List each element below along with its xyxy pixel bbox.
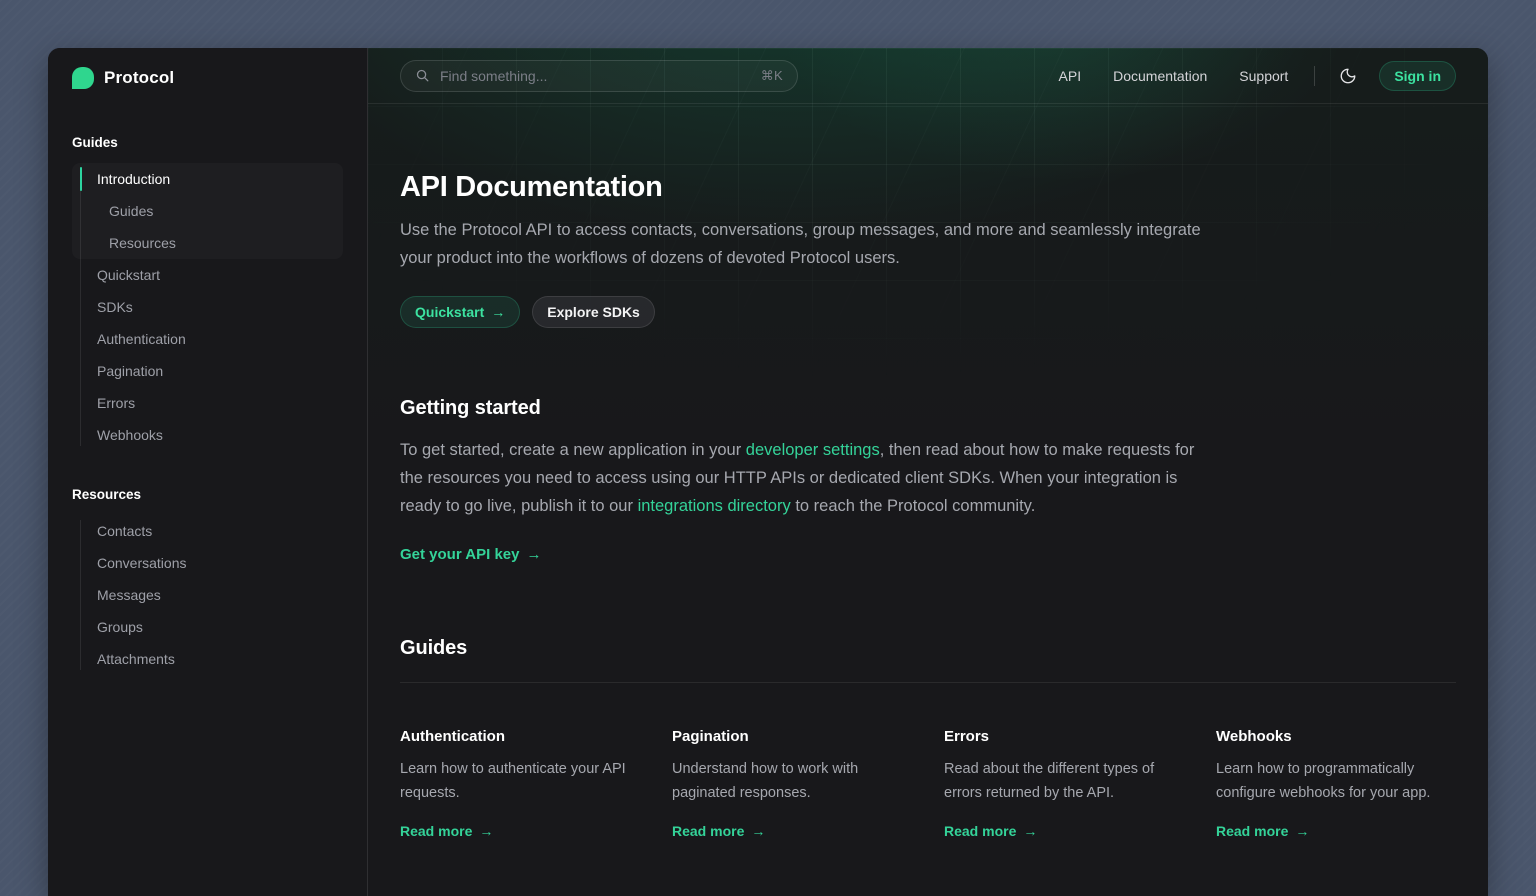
card-description: Understand how to work with paginated re… bbox=[672, 757, 912, 805]
card-title: Webhooks bbox=[1216, 727, 1456, 747]
integrations-directory-link[interactable]: integrations directory bbox=[638, 497, 791, 515]
arrow-right-icon: → bbox=[751, 824, 765, 838]
search-shortcut-hint: ⌘K bbox=[761, 68, 783, 84]
guide-card-pagination: Pagination Understand how to work with p… bbox=[672, 727, 912, 841]
get-api-key-label: Get your API key bbox=[400, 546, 520, 563]
quickstart-button[interactable]: Quickstart → bbox=[400, 296, 520, 328]
top-bar: ⌘K API Documentation Support Sign in bbox=[368, 48, 1488, 104]
sidebar-active-group: Introduction Guides Resources bbox=[72, 163, 343, 259]
sidebar-nav-guides: Introduction Guides Resources Quickstart… bbox=[72, 163, 343, 451]
page-intro: Use the Protocol API to access contacts,… bbox=[400, 216, 1235, 272]
arrow-right-icon: → bbox=[1295, 824, 1309, 838]
sidebar-section-title-guides: Guides bbox=[72, 135, 343, 151]
sidebar-section-title-resources: Resources bbox=[72, 487, 343, 503]
card-description: Learn how to programmatically configure … bbox=[1216, 757, 1456, 805]
guides-divider bbox=[400, 682, 1456, 683]
guide-card-authentication: Authentication Learn how to authenticate… bbox=[400, 727, 640, 841]
sidebar-item-errors[interactable]: Errors bbox=[72, 387, 343, 419]
explore-sdks-button-label: Explore SDKs bbox=[547, 304, 640, 320]
speech-bubble-logo-icon bbox=[72, 67, 94, 89]
explore-sdks-button[interactable]: Explore SDKs bbox=[532, 296, 655, 328]
nav-link-support[interactable]: Support bbox=[1239, 68, 1288, 84]
read-more-link-pagination[interactable]: Read more → bbox=[672, 823, 765, 839]
card-title: Authentication bbox=[400, 727, 640, 747]
getting-started-text-3: to reach the Protocol community. bbox=[791, 497, 1036, 515]
sidebar-item-pagination[interactable]: Pagination bbox=[72, 355, 343, 387]
guides-heading: Guides bbox=[400, 636, 1456, 660]
guides-section: Guides Authentication Learn how to authe… bbox=[400, 636, 1456, 841]
search-input-container[interactable]: ⌘K bbox=[400, 60, 798, 92]
sidebar: Protocol Guides Introduction Guides Reso… bbox=[48, 48, 368, 896]
sidebar-item-attachments[interactable]: Attachments bbox=[72, 643, 343, 675]
search-input[interactable] bbox=[440, 68, 751, 84]
sidebar-item-introduction-resources[interactable]: Resources bbox=[72, 227, 343, 259]
sidebar-item-webhooks[interactable]: Webhooks bbox=[72, 419, 343, 451]
arrow-right-icon: → bbox=[479, 824, 493, 838]
developer-settings-link[interactable]: developer settings bbox=[746, 441, 880, 459]
main-content: ⌘K API Documentation Support Sign in API… bbox=[368, 48, 1488, 896]
read-more-label: Read more bbox=[400, 823, 472, 839]
top-bar-divider bbox=[1314, 66, 1315, 86]
moon-icon bbox=[1339, 67, 1357, 85]
logo[interactable]: Protocol bbox=[72, 66, 343, 90]
top-nav: API Documentation Support bbox=[1059, 68, 1289, 84]
getting-started-paragraph: To get started, create a new application… bbox=[400, 436, 1200, 520]
read-more-label: Read more bbox=[1216, 823, 1288, 839]
sidebar-item-quickstart[interactable]: Quickstart bbox=[72, 259, 343, 291]
arrow-right-icon: → bbox=[1023, 824, 1037, 838]
read-more-link-webhooks[interactable]: Read more → bbox=[1216, 823, 1309, 839]
nav-link-documentation[interactable]: Documentation bbox=[1113, 68, 1207, 84]
nav-link-api[interactable]: API bbox=[1059, 68, 1082, 84]
page-title: API Documentation bbox=[400, 170, 1456, 204]
read-more-link-authentication[interactable]: Read more → bbox=[400, 823, 493, 839]
getting-started-section: Getting started To get started, create a… bbox=[400, 396, 1456, 564]
app-window: Protocol Guides Introduction Guides Reso… bbox=[48, 48, 1488, 896]
arrow-right-icon: → bbox=[491, 305, 505, 319]
active-item-indicator bbox=[80, 167, 82, 191]
sidebar-nav-resources: Contacts Conversations Messages Groups A… bbox=[72, 515, 343, 675]
getting-started-heading: Getting started bbox=[400, 396, 1456, 420]
top-bar-right: API Documentation Support Sign in bbox=[1059, 61, 1456, 91]
theme-toggle-button[interactable] bbox=[1335, 63, 1361, 89]
sidebar-item-conversations[interactable]: Conversations bbox=[72, 547, 343, 579]
article: API Documentation Use the Protocol API t… bbox=[368, 48, 1488, 841]
guide-card-errors: Errors Read about the different types of… bbox=[944, 727, 1184, 841]
sidebar-item-authentication[interactable]: Authentication bbox=[72, 323, 343, 355]
hero-buttons: Quickstart → Explore SDKs bbox=[400, 296, 1456, 328]
card-description: Read about the different types of errors… bbox=[944, 757, 1184, 805]
read-more-label: Read more bbox=[944, 823, 1016, 839]
read-more-label: Read more bbox=[672, 823, 744, 839]
search-icon bbox=[415, 68, 430, 83]
sidebar-item-contacts[interactable]: Contacts bbox=[72, 515, 343, 547]
sign-in-button[interactable]: Sign in bbox=[1379, 61, 1456, 91]
arrow-right-icon: → bbox=[527, 547, 542, 562]
sidebar-item-introduction-guides[interactable]: Guides bbox=[72, 195, 343, 227]
sidebar-item-introduction[interactable]: Introduction bbox=[72, 163, 343, 195]
getting-started-text-1: To get started, create a new application… bbox=[400, 441, 746, 459]
logo-text: Protocol bbox=[104, 68, 174, 88]
card-title: Pagination bbox=[672, 727, 912, 747]
sidebar-item-groups[interactable]: Groups bbox=[72, 611, 343, 643]
sidebar-item-sdks[interactable]: SDKs bbox=[72, 291, 343, 323]
guides-cards: Authentication Learn how to authenticate… bbox=[400, 727, 1456, 841]
card-description: Learn how to authenticate your API reque… bbox=[400, 757, 640, 805]
quickstart-button-label: Quickstart bbox=[415, 304, 484, 320]
sidebar-item-messages[interactable]: Messages bbox=[72, 579, 343, 611]
guide-card-webhooks: Webhooks Learn how to programmatically c… bbox=[1216, 727, 1456, 841]
get-api-key-link[interactable]: Get your API key → bbox=[400, 546, 542, 563]
read-more-link-errors[interactable]: Read more → bbox=[944, 823, 1037, 839]
card-title: Errors bbox=[944, 727, 1184, 747]
